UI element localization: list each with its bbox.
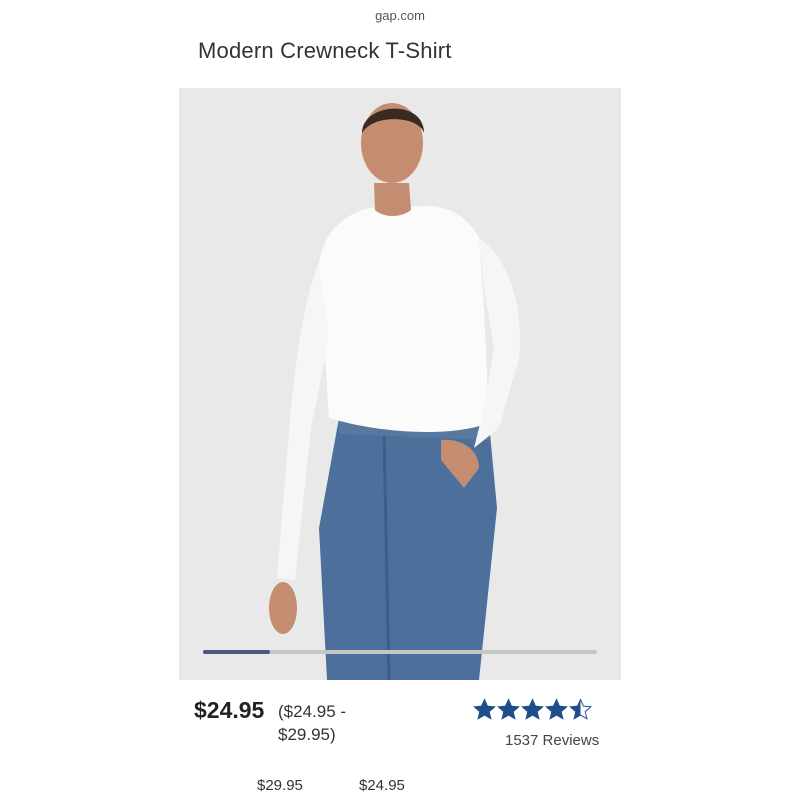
carousel-progress[interactable]: [203, 650, 597, 654]
star-full-icon: [473, 698, 496, 720]
product-title: Modern Crewneck T-Shirt: [198, 38, 452, 63]
price-range: ($24.95 - $29.95): [278, 700, 378, 746]
reviews-link[interactable]: 1537 Reviews: [505, 732, 599, 749]
product-image: [179, 88, 621, 680]
phone-screen: gap.com Modern Crewneck T-Shirt $24.95 (…: [179, 0, 621, 800]
product-price: $24.95: [194, 697, 265, 723]
star-half-icon: [569, 698, 592, 720]
price-range-line1: ($24.95 -: [278, 702, 347, 721]
carousel-progress-indicator: [203, 650, 270, 654]
star-full-icon: [497, 698, 520, 720]
swatch-price[interactable]: $29.95: [257, 777, 303, 794]
star-full-icon: [545, 698, 568, 720]
swatch-price[interactable]: $24.95: [359, 777, 405, 794]
star-full-icon: [521, 698, 544, 720]
url-bar[interactable]: gap.com: [179, 0, 621, 32]
price-range-line2: $29.95): [278, 725, 336, 744]
rating-stars[interactable]: [473, 698, 592, 721]
product-image-carousel[interactable]: [179, 88, 621, 680]
